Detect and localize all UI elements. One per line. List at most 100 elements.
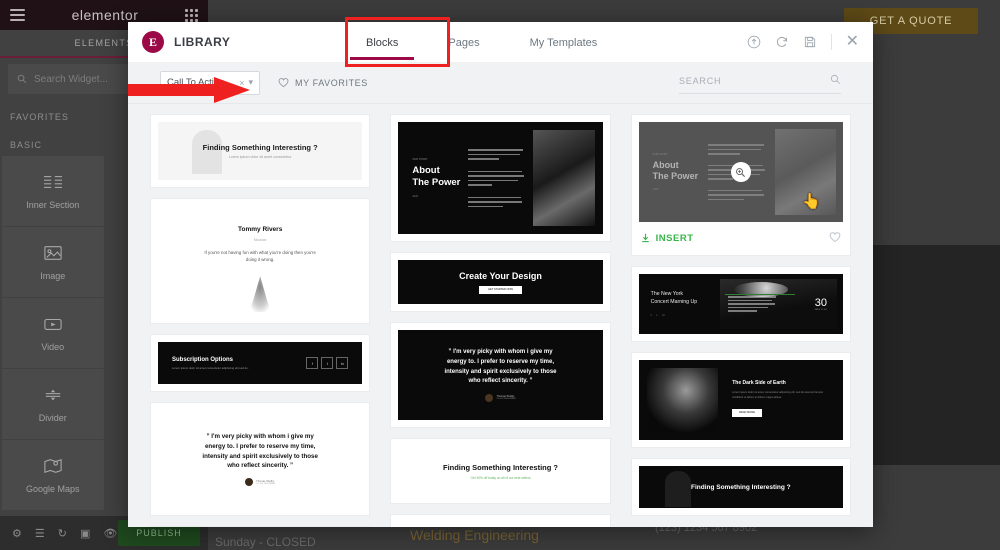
columns-icon <box>43 175 62 188</box>
library-title: LIBRARY <box>174 35 231 49</box>
thumb-button: READ MORE <box>732 408 762 417</box>
widget-search-placeholder: Search Widget... <box>34 73 108 85</box>
template-card[interactable] <box>390 514 611 527</box>
template-thumbnail: The Dark Side of Earth Lorem ipsum dolor… <box>638 360 843 440</box>
widget-google-maps[interactable]: Google Maps <box>2 440 104 510</box>
category-select-value: Call To Action <box>167 77 225 88</box>
thumb-socials: f t in <box>651 313 721 317</box>
template-card[interactable]: ” I'm very picky with whom i give my ene… <box>150 402 371 516</box>
responsive-icon[interactable]: ▣ <box>80 527 90 540</box>
chevron-down-icon[interactable]: ▾ <box>248 77 253 88</box>
template-thumbnail: OUR STORY About The Power 2020 <box>638 122 843 222</box>
template-card[interactable]: OUR STORY About The Power 2020 <box>390 114 611 242</box>
my-favorites-label: MY FAVORITES <box>295 77 368 88</box>
tab-blocks[interactable]: Blocks <box>349 25 415 60</box>
elementor-logo-icon: E <box>142 31 164 53</box>
widget-label: Image <box>40 270 66 281</box>
thumb-number: 30 <box>814 297 827 309</box>
widget-label: Divider <box>38 412 67 423</box>
template-library-modal: E LIBRARY Blocks Pages My Templates ✕ Ca… <box>128 22 873 527</box>
canvas-text-sunday: Sunday - CLOSED <box>215 535 316 549</box>
widget-label: Google Maps <box>25 483 80 494</box>
template-card[interactable]: ” I'm very picky with whom i give my ene… <box>390 322 611 428</box>
social-icon: t <box>656 313 658 318</box>
thumb-body: Lorem ipsum dolor sit amet, consectetur … <box>732 391 824 399</box>
avatar <box>245 478 254 487</box>
image-icon <box>44 245 62 260</box>
template-card[interactable]: Subscription Options Lorem ipsum dolor s… <box>150 334 371 392</box>
thumb-title: Finding Something Interesting ? <box>202 143 318 152</box>
video-icon <box>44 318 62 330</box>
thumb-button: GET STARTED NOW <box>479 285 522 294</box>
library-header: E LIBRARY Blocks Pages My Templates ✕ <box>128 22 873 62</box>
library-search[interactable]: SEARCH <box>679 72 841 94</box>
template-thumbnail: Create Your Design GET STARTED NOW <box>398 260 603 304</box>
thumb-footnote: 2020 <box>412 194 419 198</box>
thumb-title: The Dark Side of Earth <box>732 380 786 386</box>
template-card[interactable]: Create Your Design GET STARTED NOW <box>390 252 611 312</box>
tab-my-templates[interactable]: My Templates <box>528 25 600 60</box>
library-template-grid-wrap[interactable]: Finding Something Interesting ? Lorem ip… <box>128 104 873 527</box>
category-select[interactable]: Call To Action × ▾ <box>160 70 260 95</box>
thumb-button: f <box>306 357 319 369</box>
template-card[interactable]: The Dark Side of Earth Lorem ipsum dolor… <box>630 352 851 448</box>
insert-button[interactable]: INSERT <box>641 233 694 244</box>
hamburger-icon[interactable] <box>10 9 25 21</box>
template-card[interactable]: The New York Concert Marning Up f t in 3… <box>630 266 851 342</box>
clear-category-icon[interactable]: × <box>239 78 244 88</box>
template-column-3: OUR STORY About The Power 2020 <box>630 114 851 527</box>
search-icon <box>17 74 27 84</box>
template-card[interactable]: Finding Something Interesting ? Lorem ip… <box>150 114 371 188</box>
widget-divider[interactable]: Divider <box>2 369 104 439</box>
thumb-body: If you're not having fun with what you'r… <box>204 250 316 262</box>
library-template-grid: Finding Something Interesting ? Lorem ip… <box>150 114 851 527</box>
template-card[interactable]: Finding Something Interesting ? Get 30% … <box>390 438 611 504</box>
template-thumbnail: ” I'm very picky with whom i give my ene… <box>398 330 603 420</box>
template-card-hovered[interactable]: OUR STORY About The Power 2020 <box>630 114 851 256</box>
thumb-text-lines <box>467 122 534 234</box>
import-icon[interactable] <box>747 35 761 49</box>
template-thumbnail: Finding Something Interesting ? Lorem ip… <box>158 122 363 180</box>
preview-icon[interactable]: 👁 <box>103 527 117 540</box>
canvas-text-welding: Welding Engineering <box>410 527 539 543</box>
save-icon[interactable] <box>803 35 817 49</box>
template-card-footer: INSERT <box>639 228 843 248</box>
template-column-1: Finding Something Interesting ? Lorem ip… <box>150 114 371 527</box>
social-icon: f <box>650 313 652 318</box>
my-favorites-filter[interactable]: MY FAVORITES <box>278 77 368 88</box>
zoom-in-icon[interactable] <box>730 162 751 182</box>
widget-video[interactable]: Video <box>2 298 104 368</box>
thumb-title: Create Your Design <box>459 270 542 281</box>
close-icon[interactable]: ✕ <box>846 34 859 50</box>
template-card[interactable]: Tommy Rivers Musician If you're not havi… <box>150 198 371 324</box>
settings-icon[interactable]: ⚙ <box>12 527 22 540</box>
favorite-toggle-icon[interactable] <box>829 231 841 246</box>
sync-icon[interactable] <box>775 35 789 49</box>
social-icon: in <box>662 313 665 318</box>
download-icon <box>641 233 649 243</box>
template-thumbnail: Finding Something Interesting ? Get 30% … <box>398 446 603 496</box>
search-icon[interactable] <box>830 72 841 90</box>
library-brand: E LIBRARY <box>142 31 342 53</box>
elementor-logo-text: elementor <box>71 7 139 23</box>
thumb-subtitle: Get 30% off today on all of our best sel… <box>470 475 531 480</box>
template-card[interactable] <box>150 526 371 527</box>
divider-icon <box>45 389 60 400</box>
template-thumbnail: OUR STORY About The Power 2020 <box>398 122 603 234</box>
tab-pages[interactable]: Pages <box>446 25 481 60</box>
library-toolbar: Call To Action × ▾ MY FAVORITES SEARCH <box>128 62 873 104</box>
widget-inner-section[interactable]: Inner Section <box>2 156 104 226</box>
template-card[interactable]: Finding Something Interesting ? <box>630 458 851 516</box>
thumb-number-sub: DAYS TO GO <box>814 309 827 311</box>
template-thumbnail <box>398 522 603 527</box>
layers-icon[interactable]: ☰ <box>35 527 45 540</box>
thumb-quote: ” I'm very picky with whom i give my ene… <box>444 349 557 385</box>
thumb-title: Subscription Options <box>172 356 233 363</box>
template-thumbnail: Finding Something Interesting ? <box>638 466 843 508</box>
history-icon[interactable]: ↻ <box>58 527 67 540</box>
map-icon <box>44 458 62 473</box>
grid-apps-icon[interactable] <box>184 8 198 22</box>
widget-image[interactable]: Image <box>2 227 104 297</box>
thumb-subtitle: Musician <box>253 238 267 242</box>
heart-outline-icon <box>278 78 289 88</box>
